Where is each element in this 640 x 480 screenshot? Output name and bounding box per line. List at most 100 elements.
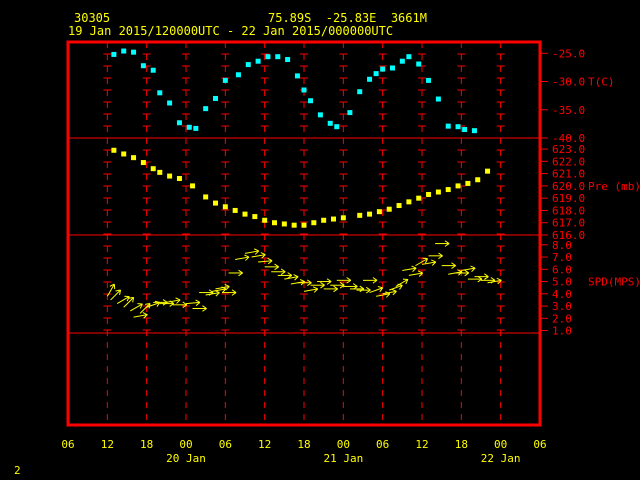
temperature-point — [294, 73, 300, 79]
wind-arrow — [408, 270, 424, 277]
wind-arrow — [264, 263, 279, 271]
y-tick-label: 5.0 — [552, 276, 572, 289]
pressure-point — [222, 204, 228, 210]
pressure-point — [406, 199, 412, 205]
temperature-point — [275, 54, 281, 60]
pressure-point — [396, 203, 402, 209]
wind-arrow-head — [195, 299, 201, 303]
wind-arrow — [172, 301, 188, 309]
temperature-point — [255, 58, 261, 64]
pressure-point — [485, 168, 491, 174]
wind-arrow-head — [254, 248, 259, 252]
temperature-point — [390, 65, 395, 71]
wind-arrow — [251, 252, 266, 259]
temperature-point — [222, 77, 228, 83]
wind-arrow — [271, 268, 286, 275]
pressure-point — [262, 217, 268, 223]
y-tick-label: 619.0 — [552, 192, 585, 205]
temperature-point — [406, 54, 412, 60]
x-tick-label: 06 — [533, 438, 546, 451]
wind-arrow-head — [431, 259, 436, 263]
temperature-point — [471, 128, 477, 134]
wind-arrow-head — [391, 288, 397, 292]
temperature-point — [380, 66, 386, 72]
temperature-point — [317, 112, 323, 118]
x-day-label: 21 Jan — [323, 452, 363, 465]
temperature-point — [186, 124, 192, 130]
pressure-point — [455, 183, 461, 189]
wind-arrow-shaft — [110, 289, 121, 301]
temperature-point — [121, 48, 127, 54]
temperature-point — [357, 89, 363, 95]
temperature-point — [435, 96, 441, 102]
wind-arrow — [402, 265, 417, 272]
x-day-label: 20 Jan — [166, 452, 206, 465]
pressure-point — [203, 194, 209, 200]
meteogram-chart: -25.0-30.0-35.0-40.0T(C)623.0622.0621.06… — [61, 40, 640, 465]
wind-arrow-head — [175, 297, 181, 301]
wind-arrow-shaft — [258, 260, 273, 263]
temperature-point — [445, 123, 451, 129]
wind-arrow — [323, 285, 338, 293]
wind-arrow-shaft — [185, 301, 200, 305]
y-tick-label: 8.0 — [552, 239, 572, 252]
pressure-point — [376, 209, 382, 215]
pressure-point — [340, 215, 346, 221]
temperature-point — [301, 87, 307, 93]
x-tick-label: 06 — [376, 438, 389, 451]
x-tick-label: 12 — [258, 438, 271, 451]
y-tick-label: 621.0 — [552, 168, 585, 181]
temperature-point — [245, 62, 251, 68]
wind-arrow — [363, 277, 378, 284]
wind-arrow-head — [470, 265, 476, 269]
pressure-point — [111, 147, 117, 153]
temperature-point — [334, 124, 340, 130]
wind-arrow — [277, 272, 293, 279]
temperature-point — [455, 124, 461, 130]
x-tick-label: 00 — [337, 438, 350, 451]
wind-arrow-head — [377, 286, 383, 289]
pressure-point — [321, 217, 327, 223]
pressure-point — [445, 187, 451, 193]
pressure-point — [331, 216, 336, 222]
pressure-point — [131, 155, 137, 161]
y-tick-label: 1.0 — [552, 325, 572, 338]
temperature-point — [140, 63, 146, 69]
y-tick-label: 617.0 — [552, 217, 585, 230]
temperature-point — [399, 58, 405, 64]
pressure-point — [357, 212, 363, 218]
wind-arrow — [428, 252, 443, 260]
wind-arrow — [116, 295, 130, 305]
pressure-point — [426, 191, 432, 197]
y-tick-label: 4.0 — [552, 288, 572, 301]
temperature-point — [157, 90, 163, 96]
y-tick-label: 618.0 — [552, 204, 585, 217]
pressure-point — [272, 220, 277, 226]
pressure-point — [190, 183, 196, 189]
y-tick-label: 7.0 — [552, 251, 572, 264]
pressure-point — [242, 211, 248, 217]
temperature-point — [167, 100, 173, 106]
wind-arrow-head — [313, 286, 318, 290]
pressure-point — [301, 222, 307, 228]
pressure-point — [121, 151, 127, 157]
wind-arrow — [441, 262, 456, 269]
wind-arrow-head — [293, 274, 299, 278]
pressure-point — [213, 200, 218, 206]
temperature-point — [265, 54, 271, 60]
x-tick-label: 18 — [140, 438, 153, 451]
wind-arrow — [130, 303, 143, 312]
pressure-point — [150, 166, 156, 172]
wind-arrow-head — [267, 257, 273, 262]
x-tick-label: 06 — [61, 438, 74, 451]
wind-arrow — [192, 305, 207, 312]
temperature-point — [416, 61, 422, 67]
pressure-point — [140, 160, 146, 166]
temperature-point — [131, 49, 137, 55]
wind-arrow-head — [299, 279, 305, 283]
wind-arrow — [166, 297, 181, 304]
wind-arrow — [310, 281, 325, 289]
pressure-point — [157, 169, 163, 175]
x-tick-label: 06 — [219, 438, 232, 451]
wind-arrow — [317, 278, 332, 285]
